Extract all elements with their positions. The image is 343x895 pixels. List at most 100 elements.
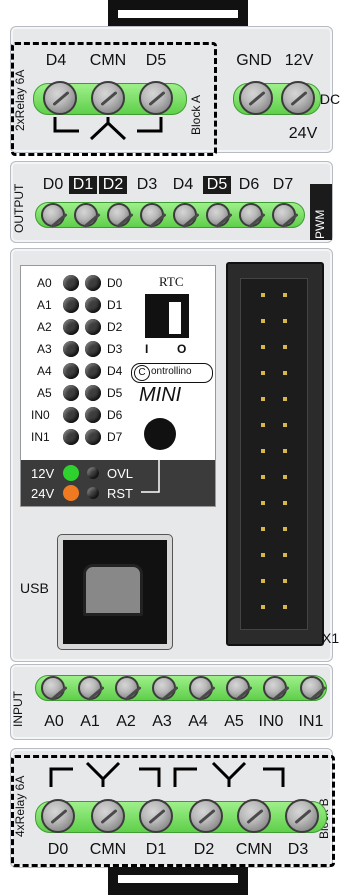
connector-slot: [240, 278, 308, 630]
connector-pin: [283, 293, 287, 297]
label-12v: 12V: [31, 466, 55, 481]
relay-screw-d0[interactable]: [41, 799, 75, 833]
pin-label-cmn: CMN: [89, 52, 127, 69]
input-screw-7[interactable]: [263, 676, 287, 700]
out-pin-d7: D7: [272, 176, 294, 193]
output-screw-2[interactable]: [74, 203, 98, 227]
usb-port[interactable]: [58, 535, 172, 649]
led-label-in1: IN1: [31, 430, 50, 444]
in-pin-a3: A3: [152, 713, 172, 730]
output-screw-8[interactable]: [272, 203, 296, 227]
connector-pin: [261, 319, 265, 323]
connector-pin: [283, 345, 287, 349]
input-screw-3[interactable]: [115, 676, 139, 700]
relay-pin-cmn1: CMN: [89, 841, 127, 858]
relay-screw-cmn1[interactable]: [91, 799, 125, 833]
input-screw-5[interactable]: [189, 676, 213, 700]
connector-pin: [261, 293, 265, 297]
output-screw-3[interactable]: [107, 203, 131, 227]
connector-pin: [283, 423, 287, 427]
input-side-label: INPUT: [11, 691, 25, 727]
led-a4: [63, 363, 79, 379]
rtc-switch-knob: [167, 300, 183, 336]
out-pin-d5: D5: [203, 176, 231, 194]
led-label-d4: D4: [107, 364, 123, 378]
output-screw-1[interactable]: [41, 203, 65, 227]
led-24v-orange: [63, 485, 79, 501]
relay-screw-cmn2[interactable]: [237, 799, 271, 833]
rtc-label: RTC: [159, 274, 184, 289]
out-pin-d3: D3: [136, 176, 158, 193]
led-label-a5: A5: [37, 386, 52, 400]
relay-pin-d0: D0: [47, 841, 69, 858]
relay-contact-symbol: [53, 117, 163, 141]
relay-block-b-module: 4xRelay 6A Block B D0 CMN D1 D2 CMN D3: [10, 748, 335, 868]
relay-block-a-module: 2xRelay 6A D4 CMN D5 Block A GND 12V DC …: [10, 26, 340, 156]
connector-pin: [283, 605, 287, 609]
output-screw-7[interactable]: [239, 203, 263, 227]
output-screw-5[interactable]: [173, 203, 197, 227]
connector-pin: [261, 527, 265, 531]
input-module: INPUT A0 A1 A2 A3 A4 A5 IN0 IN1: [10, 664, 333, 740]
input-screw-8[interactable]: [300, 676, 324, 700]
model-label: MINI: [139, 384, 182, 406]
led-in1: [63, 429, 79, 445]
connector-pin: [283, 553, 287, 557]
input-screw-6[interactable]: [226, 676, 250, 700]
connector-pin: [283, 449, 287, 453]
led-12v-green: [63, 465, 79, 481]
pin-label-24v: 24V: [288, 125, 318, 142]
output-module: OUTPUT PWM D0 D1 D2 D3 D4 D5 D6 D7: [10, 161, 333, 243]
out-pin-d2: D2: [99, 176, 127, 194]
power-status-band: 12V 24V OVL RST: [21, 460, 215, 506]
led-label-a1: A1: [37, 298, 52, 312]
led-d3: [85, 341, 101, 357]
terminal-screw-d4[interactable]: [43, 81, 77, 115]
terminal-strip-relay-b: [35, 801, 327, 833]
led-label-a4: A4: [37, 364, 52, 378]
output-screw-4[interactable]: [140, 203, 164, 227]
led-a5: [63, 385, 79, 401]
terminal-screw-d5[interactable]: [139, 81, 173, 115]
input-screw-1[interactable]: [41, 676, 65, 700]
terminal-screw-gnd[interactable]: [239, 81, 273, 115]
led-label-a2: A2: [37, 320, 52, 334]
connector-pin: [261, 605, 265, 609]
led-ovl: [87, 467, 99, 479]
reset-button[interactable]: [144, 418, 176, 450]
out-pin-d0: D0: [42, 176, 64, 193]
led-d2: [85, 319, 101, 335]
brand-text: ontrollino: [151, 366, 192, 377]
relay-screw-d2[interactable]: [189, 799, 223, 833]
led-label-d1: D1: [107, 298, 123, 312]
output-screw-6[interactable]: [206, 203, 230, 227]
input-screw-4[interactable]: [152, 676, 176, 700]
pwm-badge: PWM: [310, 184, 332, 240]
relay-side-label: 2xRelay 6A: [13, 69, 27, 131]
connector-pin: [283, 371, 287, 375]
pin-label-d5: D5: [145, 52, 167, 69]
terminal-screw-cmn[interactable]: [91, 81, 125, 115]
led-label-d3: D3: [107, 342, 123, 356]
led-d7: [85, 429, 101, 445]
connector-pin: [283, 319, 287, 323]
led-a0: [63, 275, 79, 291]
out-pin-d6: D6: [238, 176, 260, 193]
led-label-d5: D5: [107, 386, 123, 400]
in-pin-in0: IN0: [258, 713, 284, 730]
in-pin-in1: IN1: [298, 713, 324, 730]
in-pin-a2: A2: [116, 713, 136, 730]
relay-pin-d1: D1: [145, 841, 167, 858]
switch-on-label: O: [177, 342, 187, 356]
rtc-switch[interactable]: [145, 294, 189, 338]
relay-screw-d3[interactable]: [285, 799, 319, 833]
switch-off-label: I: [145, 342, 149, 356]
terminal-screw-12v[interactable]: [281, 81, 315, 115]
led-label-a0: A0: [37, 276, 52, 290]
led-d1: [85, 297, 101, 313]
relay-screw-d1[interactable]: [139, 799, 173, 833]
expansion-connector-x1[interactable]: [226, 262, 324, 646]
input-screw-2[interactable]: [78, 676, 102, 700]
usb-label: USB: [20, 580, 49, 596]
connector-pin: [261, 579, 265, 583]
